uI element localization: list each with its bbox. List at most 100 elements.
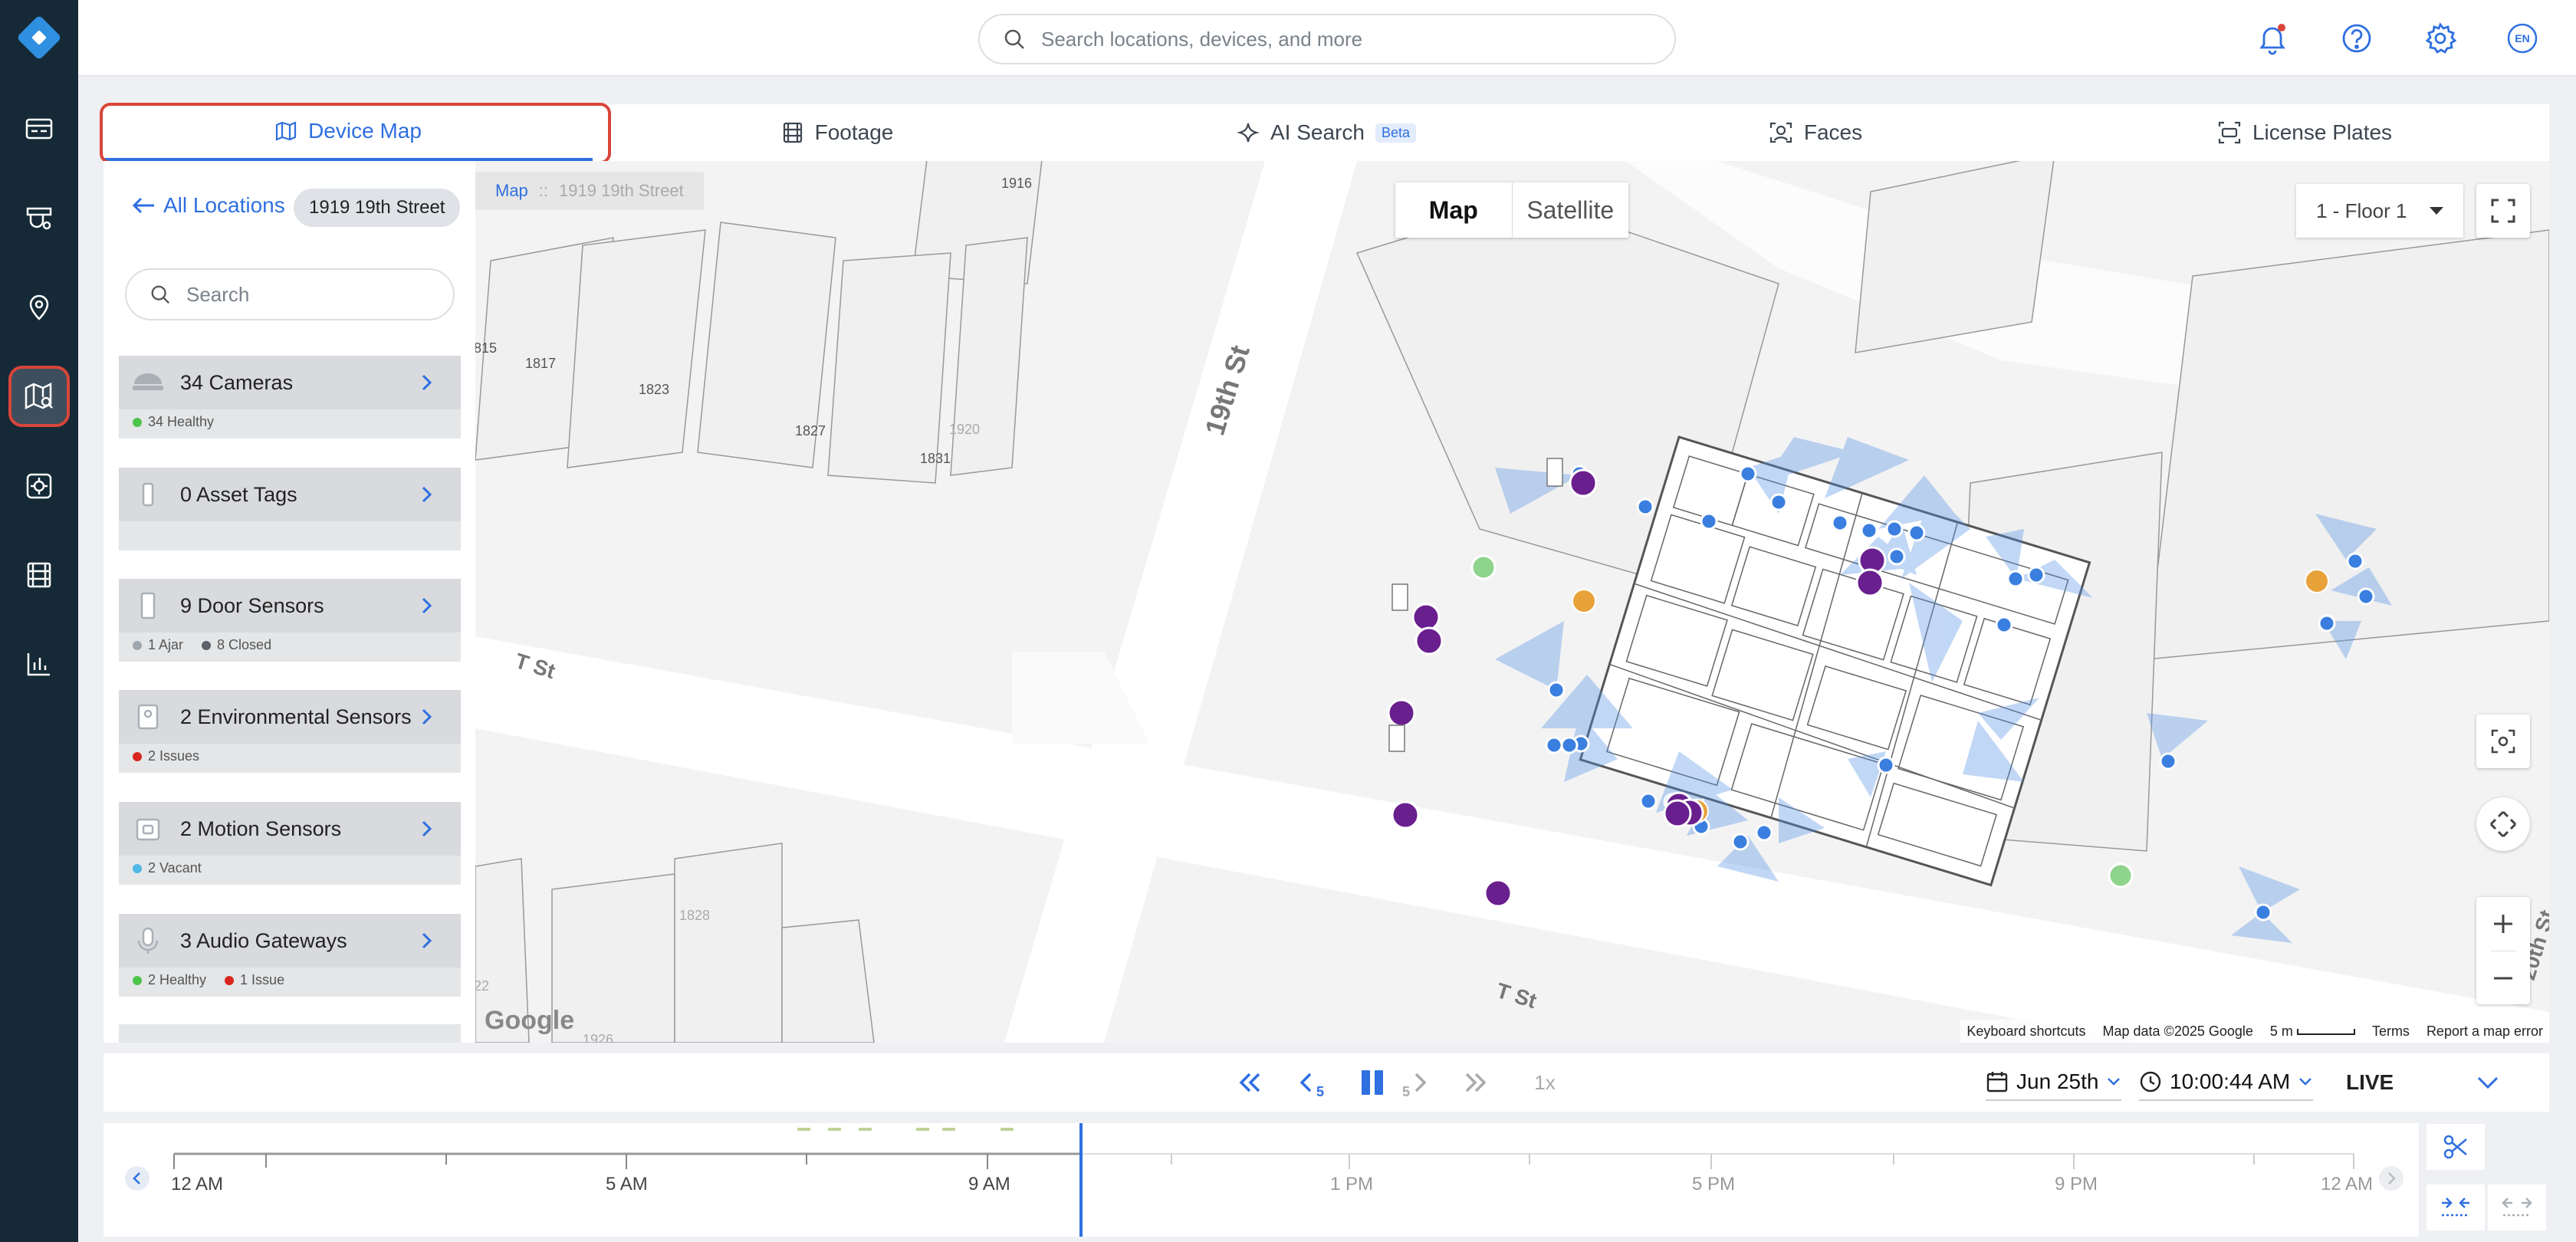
floor-select-value: 1 - Floor 1 — [2316, 199, 2407, 222]
face-scan-icon — [1769, 122, 1792, 143]
recenter-button[interactable] — [2476, 715, 2530, 768]
map-type-map-button[interactable]: Map — [1395, 182, 1513, 238]
language-button[interactable]: EN — [2502, 18, 2542, 58]
focus-icon — [2491, 729, 2515, 754]
global-search-placeholder: Search locations, devices, and more — [1041, 27, 1363, 51]
building-number: 1920 — [949, 422, 980, 437]
status-text: 1 Ajar — [148, 637, 184, 652]
timeline-zoom-out-button[interactable] — [2488, 1184, 2546, 1230]
breadcrumb-root[interactable]: Map — [495, 181, 528, 201]
zoom-in-button[interactable] — [2491, 897, 2515, 951]
nav-sensor-icon[interactable] — [12, 458, 67, 514]
chevron-right-icon — [418, 371, 436, 398]
report-map-error-link[interactable]: Report a map error — [2426, 1024, 2543, 1040]
chevron-right-icon — [418, 705, 436, 732]
device-card-partial[interactable] — [119, 1024, 461, 1043]
device-card-asset-tags[interactable]: 0 Asset Tags — [119, 468, 461, 550]
building-number: 1916 — [1001, 176, 1032, 191]
nav-dashboard-icon[interactable] — [12, 101, 67, 156]
tab-license-plates[interactable]: License Plates — [2060, 104, 2549, 161]
nav-analytics-chart-icon[interactable] — [12, 636, 67, 692]
pan-control[interactable] — [2476, 797, 2530, 851]
skip-back-seconds: 5 — [1316, 1083, 1324, 1099]
timeline-label: 5 PM — [1692, 1174, 1736, 1194]
terms-link[interactable]: Terms — [2372, 1024, 2410, 1040]
nav-location-pin-icon[interactable] — [12, 279, 67, 334]
clip-scissors-button[interactable] — [2426, 1124, 2485, 1170]
double-chevron-right-icon — [1465, 1073, 1487, 1092]
map-type-satellite-button[interactable]: Satellite — [1513, 182, 1629, 238]
keyboard-shortcuts-link[interactable]: Keyboard shortcuts — [1967, 1024, 2085, 1040]
tab-device-map[interactable]: Device Map — [104, 104, 593, 161]
building-number: 1827 — [795, 423, 826, 439]
date-value: Jun 25th — [2016, 1070, 2099, 1093]
caret-down-icon — [2430, 207, 2443, 215]
chevron-right-icon — [418, 817, 436, 844]
tab-ai-search[interactable]: AI Search Beta — [1082, 104, 1571, 161]
device-card-door-sensors[interactable]: 9 Door Sensors 1 Ajar 8 Closed — [119, 579, 461, 662]
settings-gear-icon[interactable] — [2420, 18, 2460, 58]
timeline-label: 1 PM — [1330, 1174, 1374, 1194]
map-type-toggle: Map Satellite — [1395, 182, 1628, 238]
jump-to-end-button[interactable] — [1457, 1066, 1495, 1099]
location-chip[interactable]: 1919 19th Street — [294, 189, 461, 227]
fullscreen-button[interactable] — [2476, 184, 2530, 238]
device-card-environmental-sensors[interactable]: 2 Environmental Sensors 2 Issues — [119, 690, 461, 773]
skip-forward-5-button[interactable]: 5 — [1395, 1066, 1438, 1099]
status-item: 2 Vacant — [133, 860, 202, 876]
zoom-out-button[interactable] — [2491, 951, 2515, 1004]
status-text: 2 Issues — [148, 748, 200, 764]
timeline-zoom-in-button[interactable] — [2426, 1184, 2485, 1230]
card-title: 0 Asset Tags — [180, 482, 297, 506]
compress-arrows-icon — [2442, 1198, 2469, 1217]
playback-speed[interactable]: 1x — [1522, 1066, 1568, 1099]
status-item: 2 Issues — [133, 748, 199, 764]
card-title: 3 Audio Gateways — [180, 928, 347, 952]
device-card-cameras[interactable]: 34 Cameras 34 Healthy — [119, 356, 461, 439]
map-scale: 5 m — [2270, 1024, 2355, 1040]
language-label: EN — [2515, 32, 2530, 44]
map-icon — [275, 121, 297, 141]
nav-map-search-icon[interactable] — [8, 366, 70, 427]
timeline-next-button[interactable] — [2379, 1166, 2404, 1191]
timeline[interactable]: 12 AM 5 AM 9 AM 1 PM 5 PM 9 PM 12 AM — [104, 1123, 2419, 1237]
chevron-right-icon — [2388, 1172, 2396, 1184]
building-number: 815 — [475, 340, 497, 356]
help-icon[interactable] — [2337, 18, 2377, 58]
tab-footage[interactable]: Footage — [593, 104, 1082, 161]
tab-label: Footage — [814, 120, 894, 144]
brand-logo-icon[interactable] — [14, 12, 64, 63]
tab-label: AI Search — [1270, 120, 1365, 144]
device-search-input[interactable]: Search — [125, 268, 455, 320]
device-card-motion-sensors[interactable]: 2 Motion Sensors 2 Vacant — [119, 802, 461, 885]
building-number: 1823 — [639, 382, 669, 397]
all-locations-link[interactable]: All Locations — [131, 193, 285, 218]
date-picker[interactable]: Jun 25th — [1986, 1064, 2122, 1101]
timeline-label: 9 PM — [2055, 1174, 2098, 1194]
building-number: 1926 — [583, 1032, 613, 1043]
skip-back-5-button[interactable]: 5 — [1288, 1066, 1331, 1099]
timeline-label: 12 AM — [171, 1174, 224, 1194]
tab-faces[interactable]: Faces — [1571, 104, 2060, 161]
search-icon — [151, 285, 170, 304]
pause-button[interactable] — [1353, 1066, 1392, 1099]
nav-camera-devices-icon[interactable] — [12, 190, 67, 245]
global-search-input[interactable]: Search locations, devices, and more — [978, 14, 1676, 64]
floor-select[interactable]: 1 - Floor 1 — [2296, 184, 2463, 238]
double-chevron-left-icon — [1239, 1073, 1260, 1092]
device-card-audio-gateways[interactable]: 3 Audio Gateways 2 Healthy 1 Issue — [119, 914, 461, 997]
collapse-timeline-button[interactable] — [2426, 1053, 2549, 1112]
device-panel: All Locations 1919 19th Street Search 34… — [104, 161, 475, 1043]
notifications-bell-icon[interactable] — [2252, 18, 2292, 58]
live-button[interactable]: LIVE — [2346, 1070, 2394, 1095]
map-canvas[interactable]: 19th St T St T St 20th St 1916 1817 1823… — [475, 161, 2549, 1043]
rewind-to-start-button[interactable] — [1230, 1066, 1269, 1099]
film-icon — [783, 122, 802, 143]
calendar-icon — [1986, 1072, 2008, 1092]
chevron-down-icon — [2108, 1078, 2121, 1086]
device-map[interactable]: 19th St T St T St 20th St 1916 1817 1823… — [475, 161, 2549, 1043]
status-item: 34 Healthy — [133, 414, 214, 430]
time-picker[interactable]: 10:00:44 AM — [2139, 1064, 2314, 1101]
nav-film-icon[interactable] — [12, 547, 67, 603]
building-number: 1831 — [920, 451, 951, 466]
